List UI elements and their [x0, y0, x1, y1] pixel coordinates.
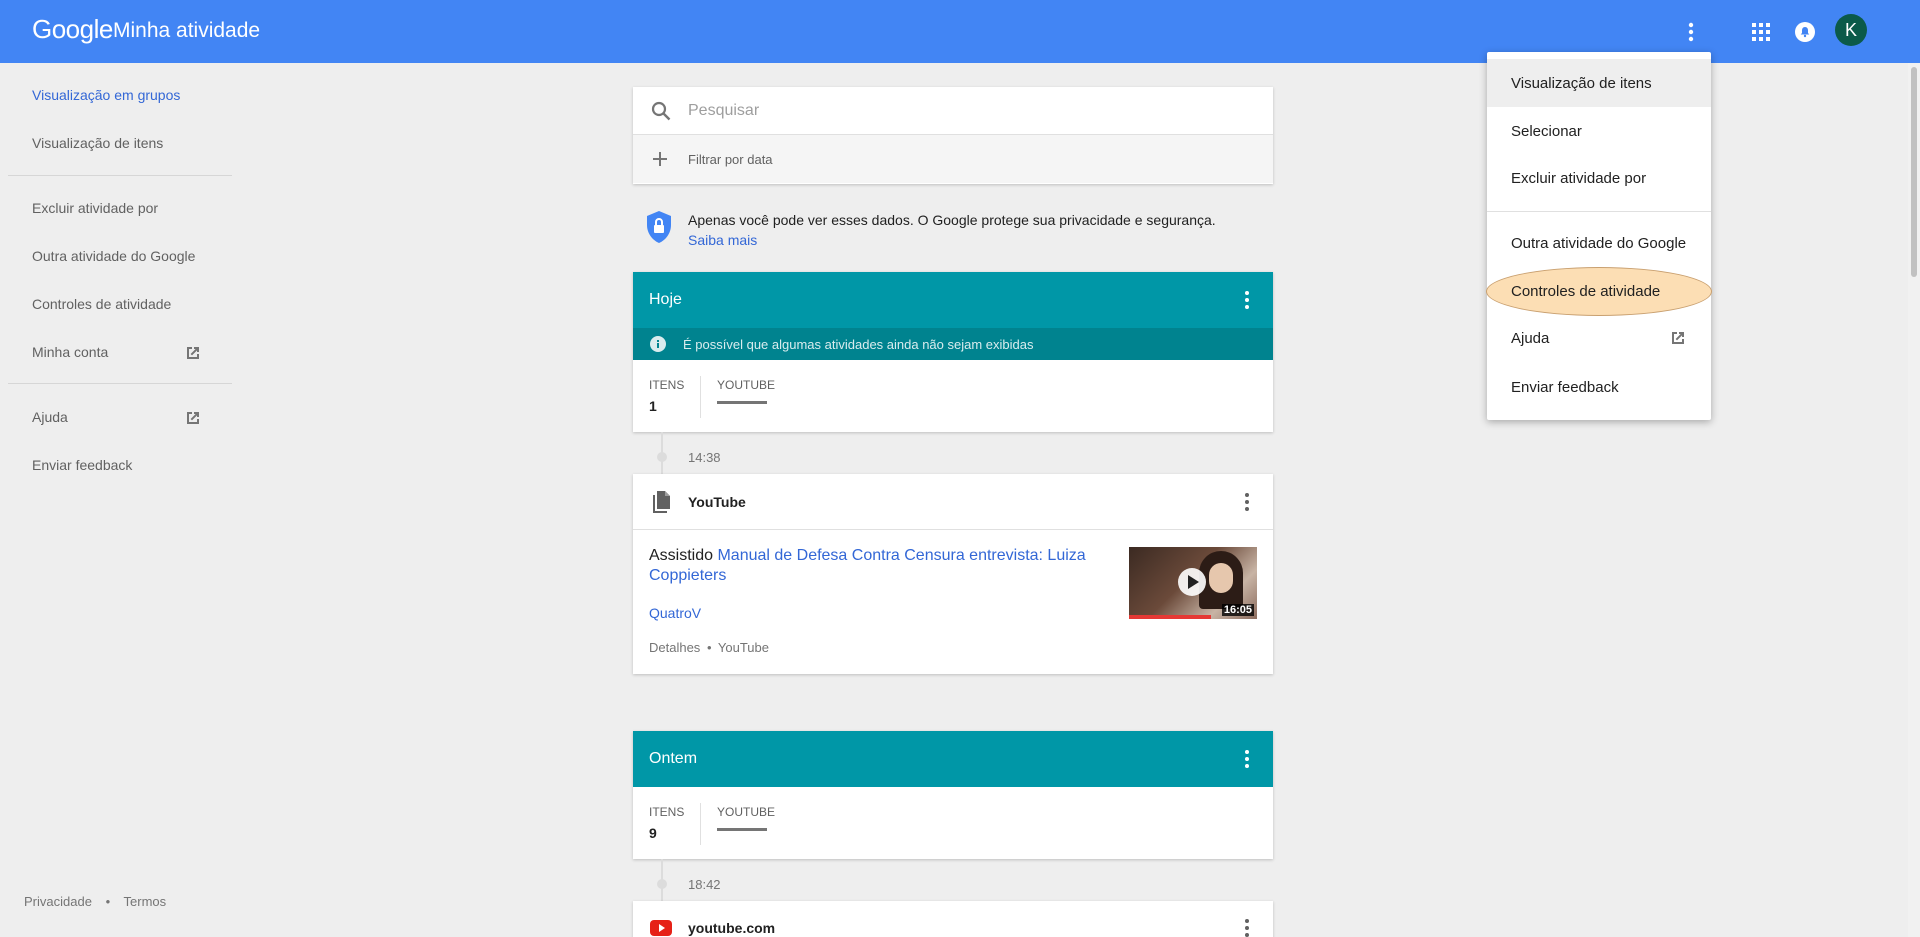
activity-product: youtube.com: [688, 920, 776, 936]
source-bar: [717, 401, 767, 404]
activity-time: 18:42: [688, 877, 721, 892]
page-scrollbar[interactable]: [1908, 63, 1920, 937]
source-label: YOUTUBE: [717, 805, 776, 819]
apps-grid-icon[interactable]: [1747, 18, 1775, 46]
sidebar-item-delete-activity[interactable]: Excluir atividade por: [32, 200, 158, 216]
privacy-link[interactable]: Privacidade: [24, 894, 92, 909]
privacy-text: Apenas você pode ver esses dados. O Goog…: [688, 212, 1216, 228]
menu-item-item-view[interactable]: Visualização de itens: [1487, 59, 1711, 107]
footer-links: Privacidade • Termos: [24, 894, 166, 909]
day-title: Hoje: [649, 291, 682, 308]
search-icon: [651, 101, 671, 121]
stats-divider: [700, 803, 701, 845]
filter-by-date-row[interactable]: Filtrar por data: [633, 135, 1273, 183]
stats-divider: [700, 376, 701, 418]
timeline-dot: [657, 452, 667, 462]
more-vert-icon[interactable]: [1235, 747, 1259, 771]
search-input[interactable]: Pesquisar: [688, 102, 759, 120]
activity-product: YouTube: [688, 494, 746, 510]
timeline-dot: [657, 879, 667, 889]
day-bundle-today: Hoje É possível que algumas atividades a…: [633, 272, 1273, 432]
activity-card: youtube.com: [633, 901, 1273, 937]
activity-details: Detalhes • YouTube: [649, 640, 769, 655]
watch-progress-bar: [1129, 615, 1211, 619]
privacy-notice: Apenas você pode ver esses dados. O Goog…: [688, 210, 1248, 250]
details-link[interactable]: Detalhes: [649, 640, 700, 655]
pending-activity-notice: É possível que algumas atividades ainda …: [633, 328, 1273, 360]
more-vert-icon[interactable]: [1235, 916, 1259, 937]
menu-item-send-feedback[interactable]: Enviar feedback: [1487, 363, 1711, 411]
open-in-new-icon: [187, 412, 199, 424]
menu-item-select[interactable]: Selecionar: [1487, 107, 1711, 155]
day-header: Hoje: [633, 272, 1273, 328]
items-count: 9: [649, 825, 657, 841]
activity-action: Assistido: [649, 547, 718, 564]
menu-item-activity-controls[interactable]: Controles de atividade: [1487, 267, 1711, 315]
activity-card-header: YouTube: [633, 474, 1273, 530]
sidebar-item-item-view[interactable]: Visualização de itens: [32, 135, 163, 151]
channel-link[interactable]: QuatroV: [649, 605, 701, 621]
sidebar-item-send-feedback[interactable]: Enviar feedback: [32, 457, 132, 473]
items-label: ITENS: [649, 805, 685, 819]
bundle-stats: ITENS 9 YOUTUBE: [633, 787, 1273, 859]
menu-divider: [1487, 211, 1711, 212]
more-vert-icon[interactable]: [1235, 490, 1259, 514]
notice-text: É possível que algumas atividades ainda …: [683, 336, 1034, 352]
info-icon: [650, 336, 666, 352]
items-label: ITENS: [649, 378, 685, 392]
search-row[interactable]: Pesquisar: [633, 87, 1273, 135]
bundle-stats: ITENS 1 YOUTUBE: [633, 360, 1273, 432]
search-card: Pesquisar Filtrar por data: [633, 87, 1273, 184]
app-title[interactable]: Minha atividade: [113, 19, 260, 43]
google-logo[interactable]: Google: [32, 14, 113, 45]
account-avatar[interactable]: K: [1835, 14, 1867, 46]
video-duration: 16:05: [1221, 604, 1254, 616]
terms-link[interactable]: Termos: [124, 894, 167, 909]
day-title: Ontem: [649, 750, 698, 767]
open-in-new-icon: [187, 347, 199, 359]
learn-more-link[interactable]: Saiba mais: [688, 232, 757, 248]
open-in-new-icon: [1672, 332, 1684, 344]
sidebar-divider: [8, 175, 232, 176]
more-vert-icon[interactable]: [1235, 288, 1259, 312]
sidebar-divider: [8, 383, 232, 384]
menu-item-delete-activity[interactable]: Excluir atividade por: [1487, 154, 1711, 202]
add-icon: [653, 152, 667, 166]
activity-time: 14:38: [688, 450, 721, 465]
shield-lock-icon: [647, 211, 671, 243]
notifications-icon[interactable]: [1791, 18, 1819, 46]
activity-card: YouTube Assistido Manual de Defesa Contr…: [633, 474, 1273, 674]
document-icon: [653, 491, 670, 513]
scrollbar-thumb[interactable]: [1911, 67, 1917, 277]
details-source: YouTube: [717, 640, 769, 655]
video-thumbnail[interactable]: 16:05: [1129, 547, 1257, 619]
play-icon: [1178, 568, 1206, 596]
more-vert-icon[interactable]: [1677, 18, 1705, 46]
thumbnail-face: [1209, 563, 1233, 593]
footer-separator: •: [105, 894, 111, 909]
activity-title: Assistido Manual de Defesa Contra Censur…: [649, 546, 1099, 586]
details-separator: •: [706, 640, 712, 655]
sidebar-item-my-account[interactable]: Minha conta: [32, 344, 108, 360]
sidebar-nav: Visualização em grupos Visualização de i…: [0, 63, 240, 937]
day-header: Ontem: [633, 731, 1273, 787]
items-count: 1: [649, 398, 657, 414]
menu-item-other-activity[interactable]: Outra atividade do Google: [1487, 219, 1711, 267]
filter-by-date-label: Filtrar por data: [688, 152, 773, 167]
youtube-icon: [650, 920, 672, 936]
source-label: YOUTUBE: [717, 378, 776, 392]
sidebar-item-bundle-view[interactable]: Visualização em grupos: [32, 87, 180, 103]
sidebar-item-other-activity[interactable]: Outra atividade do Google: [32, 248, 195, 264]
sidebar-item-activity-controls[interactable]: Controles de atividade: [32, 296, 171, 312]
day-bundle-yesterday: Ontem ITENS 9 YOUTUBE: [633, 731, 1273, 859]
sidebar-item-help[interactable]: Ajuda: [32, 409, 68, 425]
source-bar: [717, 828, 767, 831]
